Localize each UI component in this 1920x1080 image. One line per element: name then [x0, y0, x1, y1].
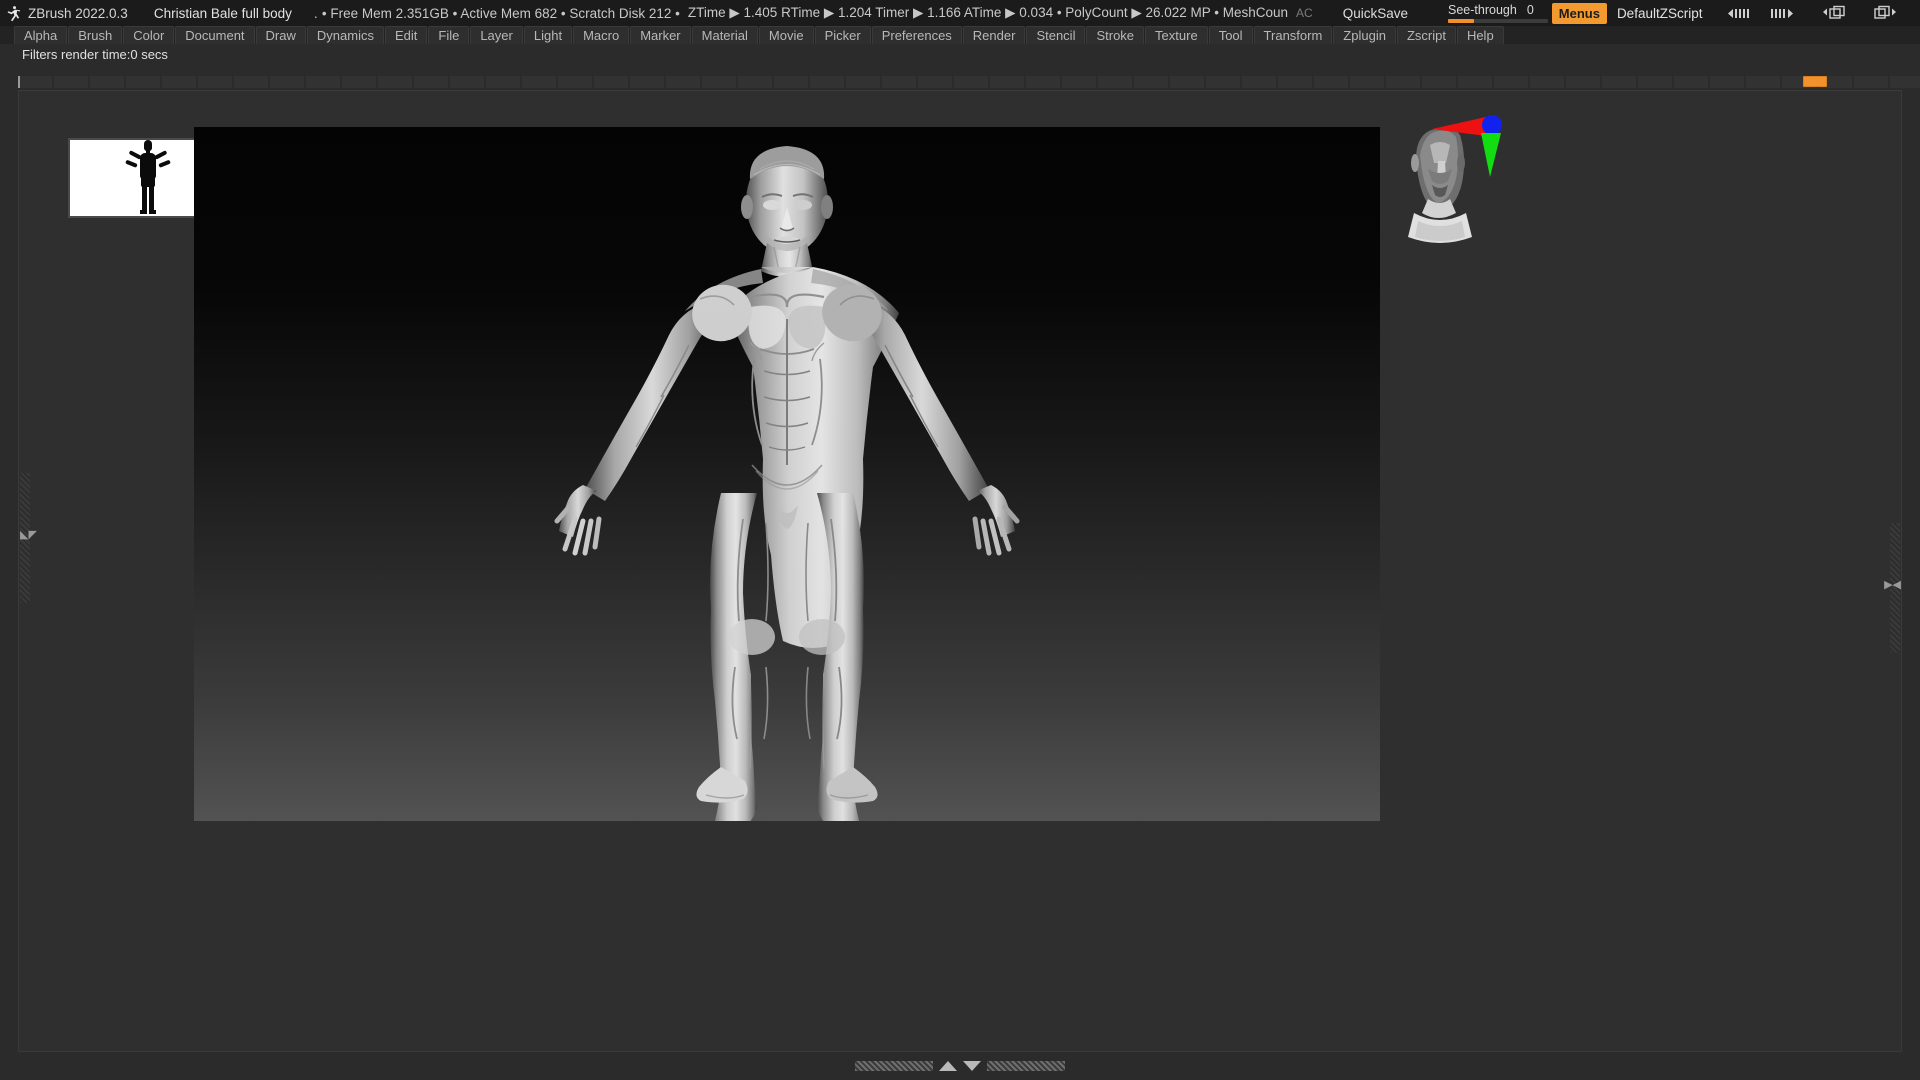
- see-through-fill: [1448, 19, 1474, 23]
- menu-item-document[interactable]: Document: [175, 25, 255, 45]
- zscript-name-label[interactable]: DefaultZScript: [1617, 6, 1703, 21]
- menu-item-alpha[interactable]: Alpha: [14, 25, 68, 45]
- menu-item-material[interactable]: Material: [691, 25, 758, 45]
- menu-item-transform[interactable]: Transform: [1253, 25, 1333, 45]
- slider-left-icon[interactable]: [1724, 7, 1754, 20]
- menu-item-color[interactable]: Color: [123, 25, 175, 45]
- menus-toggle-button[interactable]: Menus: [1551, 2, 1607, 24]
- menu-item-stroke[interactable]: Stroke: [1086, 25, 1145, 45]
- male-anatomy-model[interactable]: [194, 127, 1380, 821]
- tool-shelf: [0, 76, 1920, 88]
- tray-grip-left[interactable]: [855, 1061, 933, 1071]
- right-tray-arrow-icon[interactable]: ▶◀: [1884, 580, 1901, 591]
- menu-item-movie[interactable]: Movie: [758, 25, 814, 45]
- menu-item-marker[interactable]: Marker: [630, 25, 691, 45]
- quicksave-button[interactable]: QuickSave: [1337, 4, 1414, 23]
- shelf-active-swatch[interactable]: [1803, 76, 1827, 87]
- menu-item-draw[interactable]: Draw: [255, 25, 306, 45]
- menu-item-layer[interactable]: Layer: [470, 25, 523, 45]
- menu-item-texture[interactable]: Texture: [1145, 25, 1208, 45]
- left-tray-arrow-icon[interactable]: ◣◤: [20, 530, 37, 541]
- menu-item-help[interactable]: Help: [1456, 25, 1504, 45]
- layout-next-icon[interactable]: [1869, 4, 1903, 23]
- menu-item-preferences[interactable]: Preferences: [871, 25, 962, 45]
- see-through-label: See-through: [1448, 3, 1517, 17]
- gizmo-head-icon: [1408, 127, 1472, 243]
- zbrush-runner-icon: [0, 0, 26, 26]
- tray-expand-up-icon[interactable]: [939, 1061, 957, 1071]
- memory-stats-label: • Free Mem 2.351GB • Active Mem 682 • Sc…: [321, 5, 680, 21]
- layout-switch-controls: [1819, 4, 1903, 23]
- menu-item-dynamics[interactable]: Dynamics: [306, 25, 384, 45]
- menu-item-file[interactable]: File: [428, 25, 470, 45]
- thumbnail-silhouette-icon: [125, 140, 171, 214]
- menu-item-light[interactable]: Light: [523, 25, 573, 45]
- document-area[interactable]: ◣◤ ▶◀: [18, 90, 1902, 1052]
- 3d-canvas[interactable]: [194, 127, 1380, 821]
- menu-item-macro[interactable]: Macro: [573, 25, 630, 45]
- menu-item-picker[interactable]: Picker: [814, 25, 871, 45]
- see-through-value: 0: [1526, 3, 1534, 17]
- zbrush-window: ZBrush 2022.0.3 Christian Bale full body…: [0, 0, 1920, 1080]
- ac-indicator-label: AC: [1296, 6, 1313, 20]
- app-version-label: ZBrush 2022.0.3: [28, 5, 128, 21]
- menu-item-stencil[interactable]: Stencil: [1026, 25, 1086, 45]
- menu-item-zscript[interactable]: Zscript: [1396, 25, 1456, 45]
- render-time-label: Filters render time:0 secs: [22, 46, 168, 62]
- see-through-slider[interactable]: See-through 0: [1448, 2, 1548, 24]
- slider-step-controls: [1724, 7, 1797, 20]
- tray-collapse-down-icon[interactable]: [963, 1061, 981, 1071]
- menu-item-brush[interactable]: Brush: [68, 25, 123, 45]
- status-row: Filters render time:0 secs: [0, 44, 1920, 64]
- bottom-tray-bar: [0, 1052, 1920, 1080]
- document-name-label[interactable]: Christian Bale full body: [154, 6, 292, 21]
- shelf-cursor: [18, 76, 20, 88]
- menu-item-zplugin[interactable]: Zplugin: [1333, 25, 1396, 45]
- navigation-gizmo[interactable]: [1404, 115, 1514, 256]
- menu-item-render[interactable]: Render: [962, 25, 1026, 45]
- menu-item-edit[interactable]: Edit: [384, 25, 428, 45]
- menu-item-tool[interactable]: Tool: [1208, 25, 1253, 45]
- menu-bar: Alpha Brush Color Document Draw Dynamics…: [0, 25, 1920, 45]
- title-separator: .: [313, 5, 318, 21]
- slider-right-icon[interactable]: [1767, 7, 1797, 20]
- title-bar: ZBrush 2022.0.3 Christian Bale full body…: [0, 0, 1920, 26]
- tray-grip-right[interactable]: [987, 1061, 1065, 1071]
- shelf-slots[interactable]: [18, 76, 1920, 88]
- timing-stats-label: ZTime ▶ 1.405 RTime ▶ 1.204 Timer ▶ 1.16…: [687, 5, 1289, 20]
- layout-prev-icon[interactable]: [1819, 4, 1853, 23]
- gizmo-y-axis-icon[interactable]: [1478, 131, 1504, 181]
